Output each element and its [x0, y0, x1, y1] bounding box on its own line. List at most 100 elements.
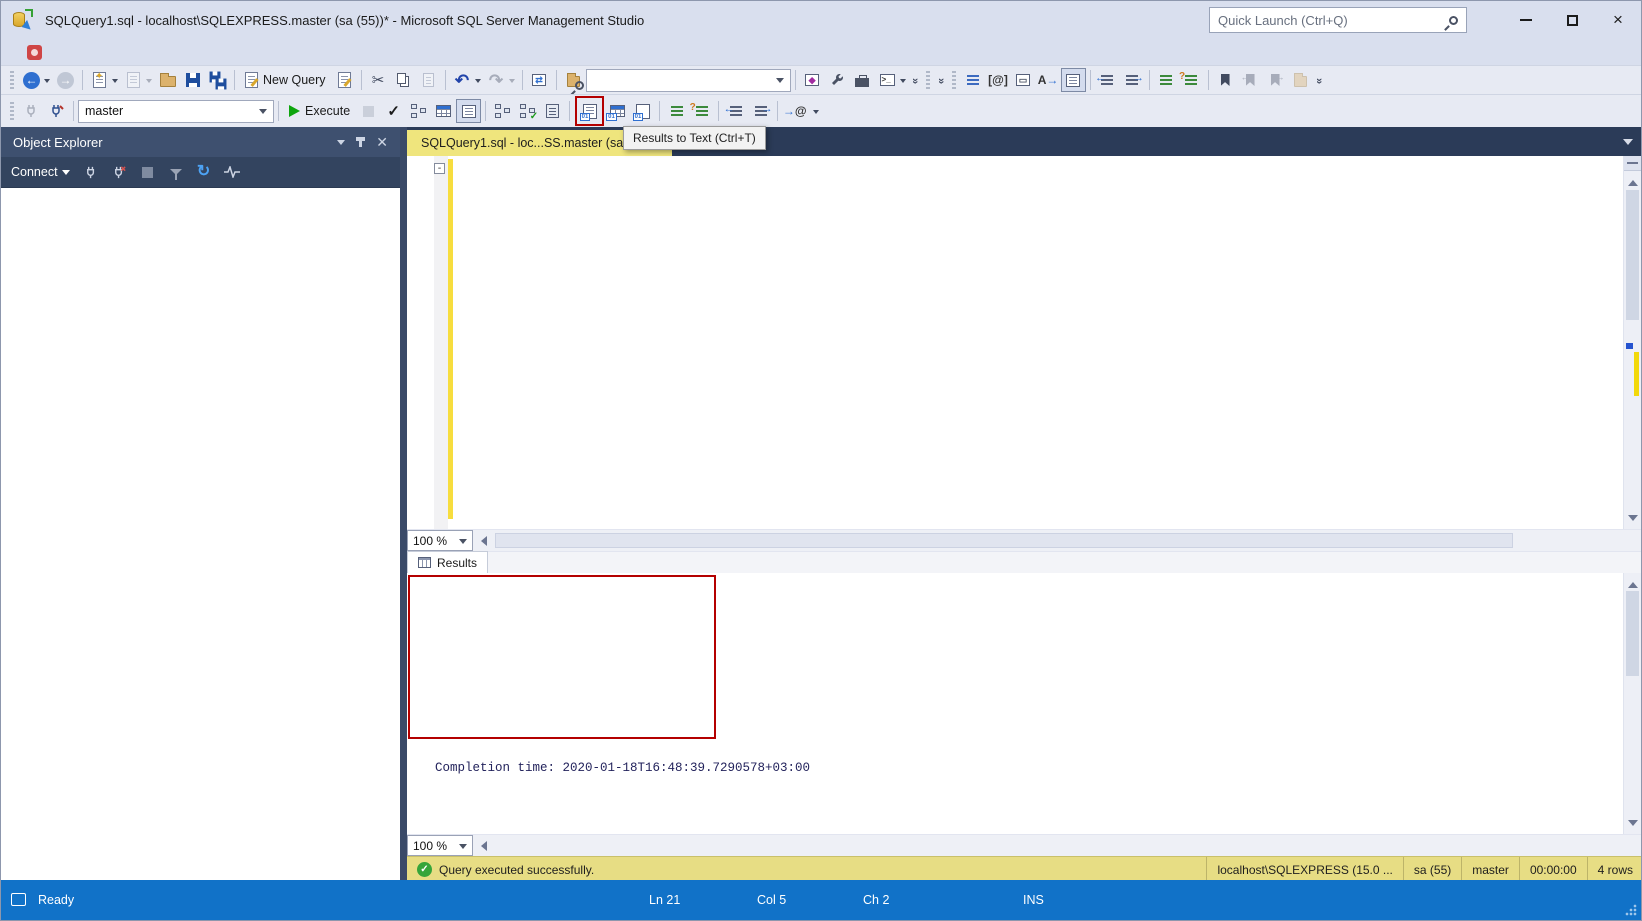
scroll-up-icon[interactable] [1628, 175, 1638, 186]
copy-button[interactable] [391, 68, 416, 92]
disconnect-server-button[interactable] [108, 161, 132, 183]
cut-button[interactable]: ✂ [366, 68, 391, 92]
intellisense-button[interactable] [456, 99, 481, 123]
pin-icon[interactable] [359, 137, 362, 147]
save-button[interactable] [180, 68, 205, 92]
refresh-button[interactable]: ↻ [192, 161, 216, 183]
open-file-button[interactable] [155, 68, 180, 92]
save-all-button[interactable] [205, 68, 230, 92]
splitter-handle[interactable] [1624, 156, 1641, 171]
navigate-forward-button[interactable]: → [53, 68, 78, 92]
next-bookmark-button[interactable]: → [1263, 68, 1288, 92]
toolbar-drag-grip[interactable] [926, 71, 930, 90]
window-position-icon[interactable] [337, 140, 345, 149]
activity-monitor-icon[interactable] [220, 161, 244, 183]
cancel-query-button[interactable] [356, 99, 381, 123]
new-project-dropdown[interactable] [112, 79, 118, 86]
toolbar-drag-grip[interactable] [10, 71, 14, 90]
scroll-left-icon[interactable] [481, 841, 487, 851]
scroll-left-icon[interactable] [481, 536, 487, 546]
connect-button[interactable]: Connect [11, 165, 58, 179]
find-combobox[interactable] [586, 69, 791, 92]
results-to-grid-button[interactable]: 01 [605, 99, 630, 123]
code-fold-toggle[interactable]: - [434, 163, 445, 174]
add-item-dropdown[interactable] [146, 79, 152, 86]
zoom-caret-icon[interactable] [459, 539, 467, 548]
undo-dropdown[interactable] [475, 79, 481, 86]
command-window-button[interactable]: >_ [875, 68, 900, 92]
complete-word-button[interactable]: A→ [1036, 68, 1061, 92]
increase-indent-button[interactable] [1120, 68, 1145, 92]
word-wrap-button[interactable] [1061, 68, 1086, 92]
live-query-stats-button[interactable] [540, 99, 565, 123]
find-in-files-button[interactable] [561, 68, 586, 92]
scroll-up-icon[interactable] [1628, 577, 1638, 588]
toolbox-button[interactable] [850, 68, 875, 92]
scroll-down-icon[interactable] [1628, 820, 1638, 831]
close-button[interactable]: × [1595, 1, 1641, 39]
maximize-button[interactable] [1549, 1, 1595, 39]
database-combobox-caret[interactable] [259, 109, 267, 118]
new-project-button[interactable]: ✦ [87, 68, 112, 92]
specify-template-values-button[interactable]: →@ [782, 99, 807, 123]
filter-icon[interactable] [164, 161, 188, 183]
comment-lines-button[interactable] [664, 99, 689, 123]
connect-dropdown-caret[interactable] [62, 170, 70, 179]
comment-lines-button[interactable] [1154, 68, 1179, 92]
editor-horizontal-scrollbar[interactable] [473, 530, 1642, 551]
results-to-text-button[interactable]: 01 [579, 99, 600, 123]
minimize-button[interactable] [1503, 1, 1549, 39]
results-to-file-button[interactable]: 01 [630, 99, 655, 123]
quick-info-button[interactable]: ▭ [1011, 68, 1036, 92]
scrollbar-thumb[interactable] [1626, 591, 1639, 676]
add-item-button[interactable] [121, 68, 146, 92]
connect-button[interactable] [19, 99, 44, 123]
editor-zoom-select[interactable]: 100 % [407, 530, 473, 551]
tab-list-dropdown-icon[interactable] [1623, 139, 1633, 150]
toolbar-drag-grip[interactable] [10, 102, 14, 121]
resize-grip[interactable] [1625, 904, 1637, 916]
undo-button[interactable]: ↶ [450, 68, 475, 92]
query-options-button[interactable] [431, 99, 456, 123]
available-databases-combobox[interactable]: master [78, 100, 274, 123]
sql-editor[interactable]: - [407, 156, 1642, 529]
increase-indent-button[interactable] [748, 99, 773, 123]
database-engine-query-icon[interactable] [332, 68, 357, 92]
parse-button[interactable]: ✓ [381, 99, 406, 123]
execute-button[interactable]: Execute [283, 104, 356, 118]
navigate-back-dropdown[interactable] [44, 79, 50, 86]
query-shortcuts-icon[interactable]: ⇄ [527, 68, 552, 92]
decrease-indent-button[interactable] [1095, 68, 1120, 92]
previous-bookmark-button[interactable]: ← [1238, 68, 1263, 92]
profiler-button[interactable]: ◆ [800, 68, 825, 92]
redo-button[interactable]: ↷ [484, 68, 509, 92]
command-window-dropdown[interactable] [900, 79, 906, 86]
uncomment-lines-button[interactable] [689, 99, 714, 123]
object-explorer-header[interactable]: Object Explorer ✕ [1, 127, 400, 157]
feedback-icon[interactable] [27, 45, 42, 60]
quick-launch-input[interactable]: Quick Launch (Ctrl+Q) [1209, 7, 1467, 33]
change-connection-button[interactable] [44, 99, 69, 123]
decrease-indent-button[interactable] [723, 99, 748, 123]
toolbar-overflow-chevron[interactable]: » [1313, 74, 1325, 86]
connect-server-button[interactable] [80, 161, 104, 183]
template-parameters-button[interactable] [490, 99, 515, 123]
editor-vertical-scrollbar[interactable] [1623, 156, 1641, 529]
uncomment-lines-button[interactable] [1179, 68, 1204, 92]
toolbar-overflow-chevron[interactable]: » [935, 74, 947, 86]
scrollbar-thumb[interactable] [1626, 190, 1639, 320]
bookmark-folder-button[interactable] [1288, 68, 1313, 92]
results-tab[interactable]: Results [407, 551, 488, 573]
results-zoom-select[interactable]: 100 % [407, 835, 473, 856]
results-horizontal-scrollbar[interactable] [473, 835, 1642, 856]
panel-close-icon[interactable]: ✕ [376, 134, 388, 151]
scroll-down-icon[interactable] [1628, 515, 1638, 526]
toolbar-overflow-caret[interactable] [813, 110, 819, 117]
paste-button[interactable] [416, 68, 441, 92]
find-combobox-caret[interactable] [776, 78, 784, 87]
actual-plan-button[interactable]: ✓ [515, 99, 540, 123]
results-pane[interactable]: Completion time: 2020-01-18T16:48:39.729… [407, 573, 1642, 834]
parameter-info-button[interactable]: [@] [986, 68, 1011, 92]
stop-button[interactable] [136, 161, 160, 183]
estimated-plan-button[interactable] [406, 99, 431, 123]
